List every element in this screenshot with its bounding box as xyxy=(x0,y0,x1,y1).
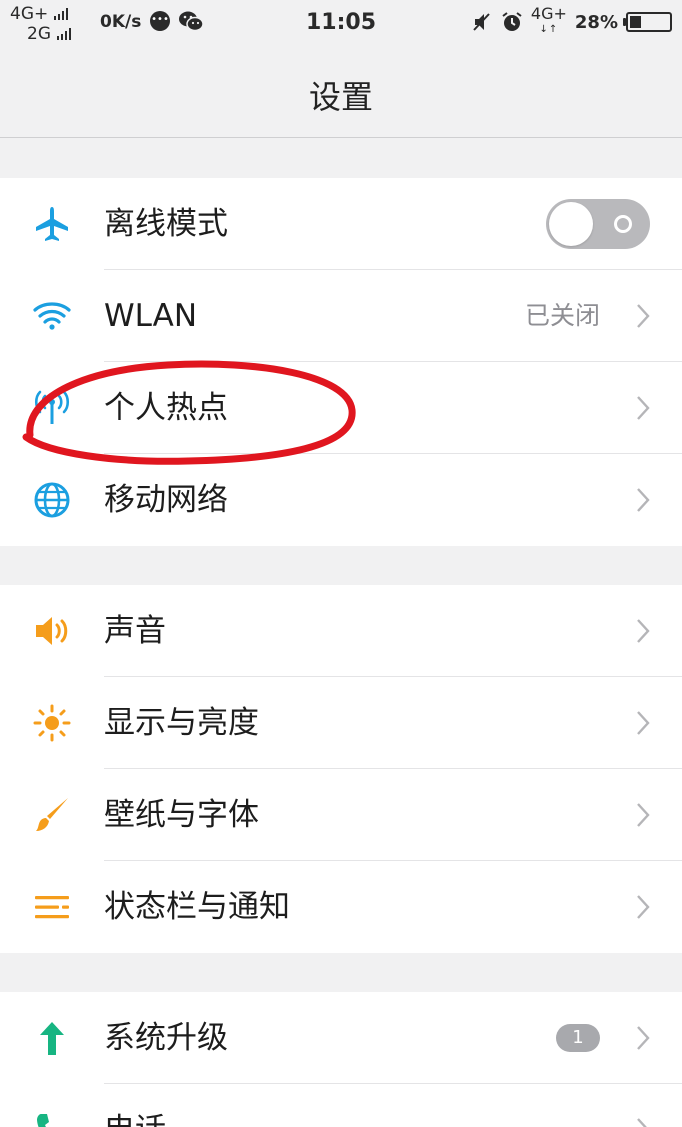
setting-label: 离线模式 xyxy=(104,206,228,242)
settings-group-system: 系统升级 1 电话 xyxy=(0,992,682,1127)
chevron-right-icon xyxy=(637,711,650,735)
settings-group-display: 声音 显示与亮度 壁纸与字体 状态栏与通知 xyxy=(0,585,682,953)
chevron-right-icon xyxy=(637,895,650,919)
brightness-icon xyxy=(30,677,74,769)
phone-icon xyxy=(30,1084,74,1127)
setting-display-brightness[interactable]: 显示与亮度 xyxy=(0,677,682,769)
setting-label: 电话 xyxy=(104,1084,166,1127)
setting-personal-hotspot[interactable]: 个人热点 xyxy=(0,362,682,454)
setting-label: 状态栏与通知 xyxy=(104,889,290,925)
battery-icon xyxy=(623,12,672,32)
chevron-right-icon xyxy=(637,488,650,512)
battery-percent: 28% xyxy=(574,11,618,33)
speaker-icon xyxy=(30,585,74,677)
page-header: 设置 xyxy=(0,50,682,138)
settings-group-connectivity: 离线模式 WLAN 已关闭 个人热点 移动网络 xyxy=(0,178,682,546)
brush-icon xyxy=(30,769,74,861)
setting-label: 壁纸与字体 xyxy=(104,797,259,833)
chevron-right-icon xyxy=(637,619,650,643)
setting-wallpaper-font[interactable]: 壁纸与字体 xyxy=(0,769,682,861)
arrow-up-icon xyxy=(30,992,74,1084)
setting-statusbar-notifications[interactable]: 状态栏与通知 xyxy=(0,861,682,953)
setting-wlan[interactable]: WLAN 已关闭 xyxy=(0,270,682,362)
setting-label: 系统升级 xyxy=(104,1020,228,1056)
hotspot-icon xyxy=(30,362,74,454)
setting-sound[interactable]: 声音 xyxy=(0,585,682,677)
mute-icon xyxy=(473,13,490,31)
chevron-right-icon xyxy=(637,396,650,420)
alarm-icon xyxy=(502,12,522,31)
chevron-right-icon xyxy=(637,1026,650,1050)
setting-label: WLAN xyxy=(104,298,198,334)
data-arrows-icon: ↓↑ xyxy=(539,24,559,35)
setting-mobile-network[interactable]: 移动网络 xyxy=(0,454,682,546)
setting-label: 显示与亮度 xyxy=(104,705,259,741)
wifi-icon xyxy=(30,270,74,362)
setting-airplane-mode[interactable]: 离线模式 xyxy=(0,178,682,270)
setting-label: 移动网络 xyxy=(104,482,228,518)
battery-fill xyxy=(630,16,641,28)
setting-phone[interactable]: 电话 xyxy=(0,1084,682,1127)
setting-label: 个人热点 xyxy=(104,390,228,426)
airplane-icon xyxy=(30,178,74,270)
menu-lines-icon xyxy=(30,861,74,953)
setting-system-upgrade[interactable]: 系统升级 1 xyxy=(0,992,682,1084)
wlan-status-value: 已关闭 xyxy=(524,301,600,330)
chevron-right-icon xyxy=(637,803,650,827)
update-count-badge: 1 xyxy=(556,1024,600,1052)
globe-icon xyxy=(30,454,74,546)
page-title: 设置 xyxy=(308,78,373,116)
mobile-data-indicator: 4G+ ↓↑ xyxy=(531,6,567,38)
chevron-right-icon xyxy=(637,304,650,328)
toggle-knob xyxy=(549,202,593,246)
chevron-right-icon xyxy=(637,1118,647,1127)
status-bar: 4G+ 2G 0K/s ••• 11:05 4G+ ↓↑ 28% xyxy=(0,0,682,50)
toggle-off-indicator-icon xyxy=(614,215,632,233)
mobile-data-type: 4G+ xyxy=(530,4,567,23)
airplane-mode-toggle[interactable] xyxy=(546,199,650,249)
setting-label: 声音 xyxy=(104,613,166,649)
